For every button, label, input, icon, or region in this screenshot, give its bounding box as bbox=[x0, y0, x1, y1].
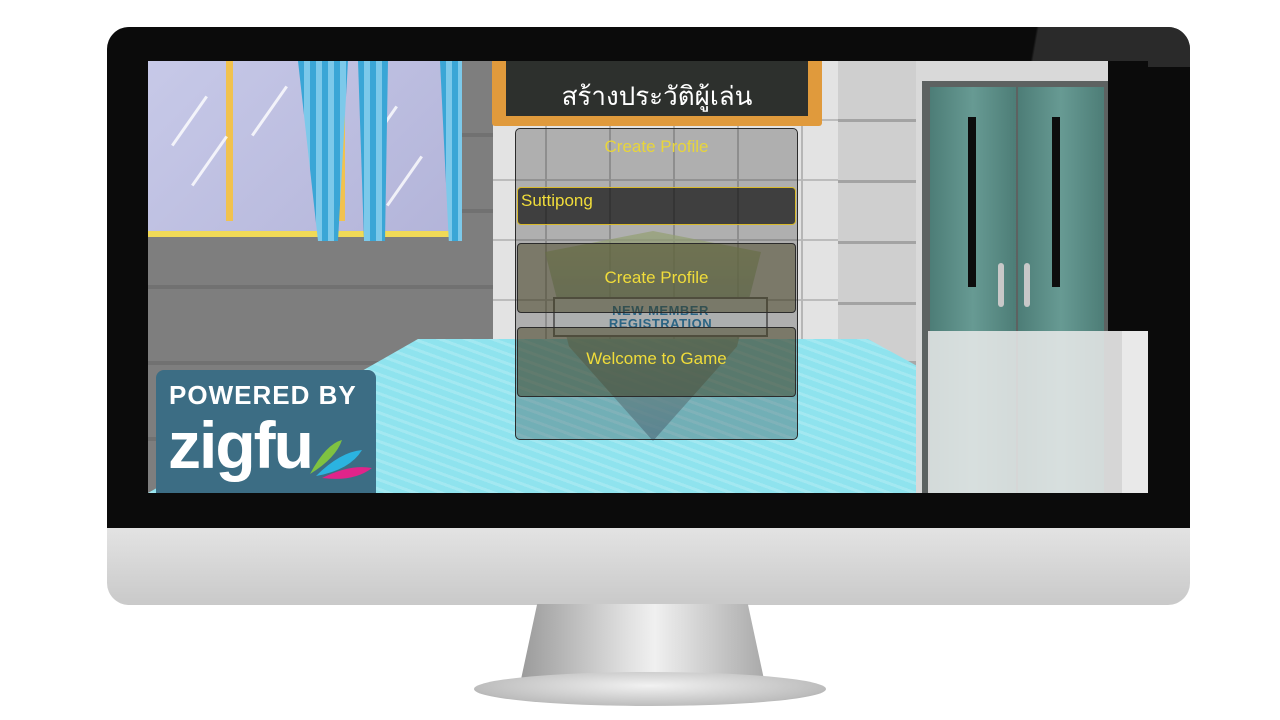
zigfu-swoosh-icon bbox=[310, 440, 372, 479]
rain-streak bbox=[386, 155, 423, 207]
rain-streak bbox=[191, 135, 228, 187]
powered-by-label: POWERED BY bbox=[169, 380, 357, 410]
create-profile-panel: Create Profile Create Profile Welcome to… bbox=[515, 128, 798, 440]
light-panel bbox=[928, 331, 1148, 493]
monitor-chin bbox=[107, 528, 1190, 605]
chalkboard-surface: สร้างประวัติผู้เล่น bbox=[506, 61, 808, 116]
create-profile-button[interactable]: Create Profile bbox=[517, 243, 796, 313]
door-handle bbox=[1024, 263, 1030, 307]
door-window bbox=[1052, 117, 1060, 287]
panel-title: Create Profile bbox=[604, 137, 709, 156]
right-side-wall bbox=[838, 61, 928, 361]
zigfu-badge: POWERED BY zigfu bbox=[156, 370, 376, 493]
chalkboard-title: สร้างประวัติผู้เล่น bbox=[561, 82, 753, 112]
player-name-input[interactable] bbox=[517, 187, 796, 225]
zigfu-logo: zigfu bbox=[168, 408, 314, 482]
rain-streak bbox=[251, 85, 288, 137]
game-screen: สร้างประวัติผู้เล่น NEW MEMBER REGISTRAT… bbox=[148, 61, 1148, 493]
chalkboard: สร้างประวัติผู้เล่น bbox=[492, 61, 822, 126]
welcome-to-game-button[interactable]: Welcome to Game bbox=[517, 327, 796, 397]
door-window bbox=[968, 117, 976, 287]
door-handle bbox=[998, 263, 1004, 307]
monitor-stand-base bbox=[474, 672, 826, 706]
window-bar bbox=[226, 61, 233, 221]
rain-streak bbox=[171, 95, 208, 147]
dark-panel bbox=[1108, 61, 1148, 331]
